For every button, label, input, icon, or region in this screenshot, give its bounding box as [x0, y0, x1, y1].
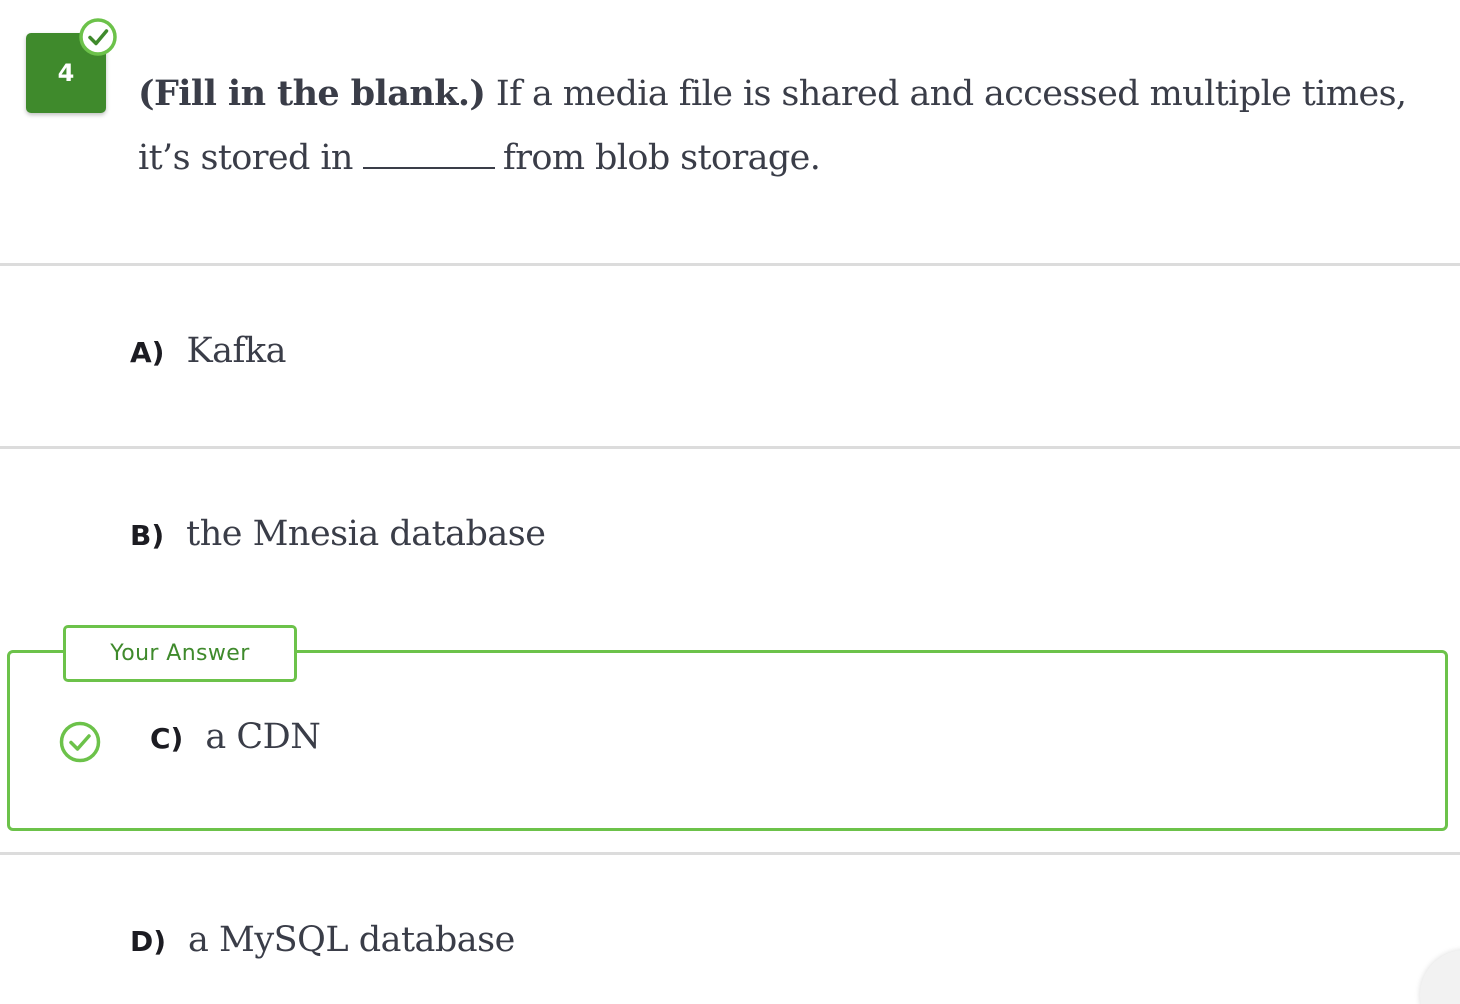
fill-in-blank — [362, 133, 495, 169]
option-letter: C) — [150, 722, 184, 755]
question-tag: (Fill in the blank.) — [138, 73, 486, 114]
help-widget-button[interactable] — [1420, 950, 1460, 1004]
option-text: Kafka — [186, 331, 287, 371]
option-a[interactable]: A) Kafka — [130, 331, 287, 371]
option-text: a MySQL database — [188, 920, 515, 960]
divider — [0, 263, 1460, 266]
divider — [0, 852, 1460, 855]
question-text-after: from blob storage. — [502, 138, 821, 178]
option-text: the Mnesia database — [186, 514, 546, 554]
option-letter: B) — [130, 519, 165, 552]
question-number: 4 — [57, 59, 75, 87]
check-circle-icon — [79, 18, 117, 56]
option-text: a CDN — [205, 717, 321, 757]
option-letter: D) — [130, 925, 167, 958]
question-text: (Fill in the blank.) If a media file is … — [138, 62, 1428, 190]
option-d[interactable]: D) a MySQL database — [130, 920, 515, 960]
your-answer-label: Your Answer — [63, 625, 297, 682]
option-letter: A) — [130, 336, 165, 369]
divider — [0, 446, 1460, 449]
check-circle-icon — [59, 721, 101, 763]
option-b[interactable]: B) the Mnesia database — [130, 514, 546, 554]
option-c[interactable]: C) a CDN — [150, 717, 321, 757]
